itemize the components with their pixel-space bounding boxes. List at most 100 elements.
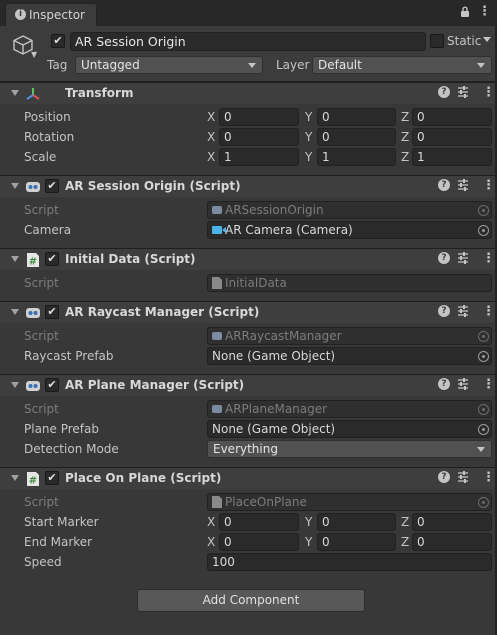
script-field: ARSessionOrigin [207, 201, 492, 219]
help-icon[interactable]: ? [438, 471, 450, 483]
detection-mode-label: Detection Mode [24, 442, 119, 456]
axis-y-label: Y [305, 515, 313, 529]
lock-icon[interactable] [460, 6, 470, 20]
position-y-field[interactable]: 0 [317, 108, 396, 126]
ar-raycast-manager-header[interactable]: ✔ AR Raycast Manager (Script) ? ⋮ [0, 301, 497, 323]
object-picker-icon[interactable] [478, 351, 489, 362]
component-enabled-checkbox[interactable]: ✔ [45, 378, 59, 392]
gameobject-active-checkbox[interactable]: ✔ [51, 34, 65, 48]
help-icon[interactable]: ? [438, 378, 450, 390]
axis-z-label: Z [401, 515, 410, 529]
scale-x-field[interactable]: 1 [219, 148, 299, 166]
position-x-field[interactable]: 0 [219, 108, 299, 126]
foldout-arrow-icon[interactable] [11, 256, 19, 262]
detection-mode-dropdown[interactable]: Everything [207, 440, 492, 458]
object-picker-icon[interactable] [478, 424, 489, 435]
presets-icon[interactable] [457, 85, 469, 102]
component-enabled-checkbox[interactable]: ✔ [45, 252, 59, 266]
axis-y-label: Y [305, 130, 313, 144]
script-value: ARSessionOrigin [225, 203, 324, 217]
script-value: InitialData [225, 276, 287, 290]
object-picker-icon [478, 404, 489, 415]
tag-dropdown[interactable]: Untagged [75, 56, 263, 74]
script-field: ARRaycastManager [207, 327, 492, 345]
speed-field[interactable]: 100 [207, 553, 492, 571]
kebab-menu-icon[interactable]: ⋮ [482, 177, 495, 195]
kebab-menu-icon[interactable]: ⋮ [482, 303, 495, 321]
initial-data-header[interactable]: # ✔ Initial Data (Script) ? ⋮ [0, 248, 497, 270]
component-title: Transform [65, 86, 134, 100]
ar-session-origin-header[interactable]: ✔ AR Session Origin (Script) ? ⋮ [0, 175, 497, 197]
help-icon[interactable]: ? [438, 179, 450, 191]
csharp-script-icon [212, 277, 222, 289]
gameobject-name-field[interactable]: AR Session Origin [70, 32, 426, 51]
foldout-arrow-icon[interactable] [11, 309, 19, 315]
rotation-y-field[interactable]: 0 [317, 128, 396, 146]
foldout-arrow-icon[interactable] [11, 183, 19, 189]
foldout-arrow-icon[interactable] [11, 475, 19, 481]
layer-dropdown[interactable]: Default [312, 56, 492, 74]
chevron-down-icon[interactable]: ▼ [31, 50, 37, 59]
script-label: Script [24, 203, 59, 217]
script-value: PlaceOnPlane [225, 495, 307, 509]
presets-icon[interactable] [457, 178, 469, 195]
component-title: AR Session Origin (Script) [65, 179, 241, 193]
transform-header[interactable]: Transform ? ⋮ [0, 82, 497, 104]
presets-icon[interactable] [457, 251, 469, 268]
component-title: AR Plane Manager (Script) [65, 378, 245, 392]
kebab-menu-icon[interactable]: ⋮ [482, 250, 495, 268]
help-icon[interactable]: ? [438, 305, 450, 317]
script-robot-icon [25, 378, 41, 394]
plane-prefab-label: Plane Prefab [24, 422, 99, 436]
script-robot-icon [25, 305, 41, 321]
tab-inspector[interactable]: i Inspector [5, 3, 97, 26]
static-checkbox[interactable] [430, 34, 444, 48]
component-enabled-checkbox[interactable]: ✔ [45, 305, 59, 319]
component-enabled-checkbox[interactable]: ✔ [45, 179, 59, 193]
scale-z-field[interactable]: 1 [412, 148, 492, 166]
object-picker-icon [478, 331, 489, 342]
kebab-menu-icon[interactable]: ⋮ [478, 5, 491, 18]
end-marker-z-field[interactable]: 0 [412, 533, 492, 551]
script-field: PlaceOnPlane [207, 493, 492, 511]
raycast-prefab-field[interactable]: None (Game Object) [207, 347, 492, 365]
scale-label: Scale [24, 150, 57, 164]
kebab-menu-icon[interactable]: ⋮ [482, 376, 495, 394]
axis-x-label: X [207, 130, 216, 144]
start-marker-label: Start Marker [24, 515, 99, 529]
camera-icon [212, 226, 226, 234]
rotation-z-field[interactable]: 0 [412, 128, 492, 146]
plane-prefab-field[interactable]: None (Game Object) [207, 420, 492, 438]
ar-plane-manager-header[interactable]: ✔ AR Plane Manager (Script) ? ⋮ [0, 374, 497, 396]
kebab-menu-icon[interactable]: ⋮ [482, 469, 495, 487]
scale-y-field[interactable]: 1 [317, 148, 396, 166]
start-marker-x-field[interactable]: 0 [219, 513, 299, 531]
end-marker-x-field[interactable]: 0 [219, 533, 299, 551]
position-z-field[interactable]: 0 [412, 108, 492, 126]
start-marker-y-field[interactable]: 0 [317, 513, 396, 531]
component-enabled-checkbox[interactable]: ✔ [45, 471, 59, 485]
end-marker-y-field[interactable]: 0 [317, 533, 396, 551]
rotation-x-field[interactable]: 0 [219, 128, 299, 146]
help-icon[interactable]: ? [438, 86, 450, 98]
start-marker-z-field[interactable]: 0 [412, 513, 492, 531]
tab-bar: i Inspector ⋮ [0, 0, 497, 26]
axis-x-label: X [207, 150, 216, 164]
axis-z-label: Z [401, 150, 410, 164]
object-picker-icon[interactable] [478, 225, 489, 236]
foldout-arrow-icon[interactable] [11, 382, 19, 388]
kebab-menu-icon[interactable]: ⋮ [482, 84, 495, 102]
help-icon[interactable]: ? [438, 252, 450, 264]
component-title: AR Raycast Manager (Script) [65, 305, 260, 319]
place-on-plane-header[interactable]: # ✔ Place On Plane (Script) ? ⋮ [0, 467, 497, 489]
presets-icon[interactable] [457, 377, 469, 394]
camera-field[interactable]: AR Camera (Camera) [207, 221, 492, 239]
add-component-button[interactable]: Add Component [137, 589, 365, 612]
static-dropdown-caret[interactable] [483, 37, 491, 42]
presets-icon[interactable] [457, 304, 469, 321]
rotation-label: Rotation [24, 130, 75, 144]
script-value: ARPlaneManager [225, 402, 328, 416]
csharp-script-icon [212, 496, 222, 508]
foldout-arrow-icon[interactable] [11, 90, 19, 96]
presets-icon[interactable] [457, 470, 469, 487]
